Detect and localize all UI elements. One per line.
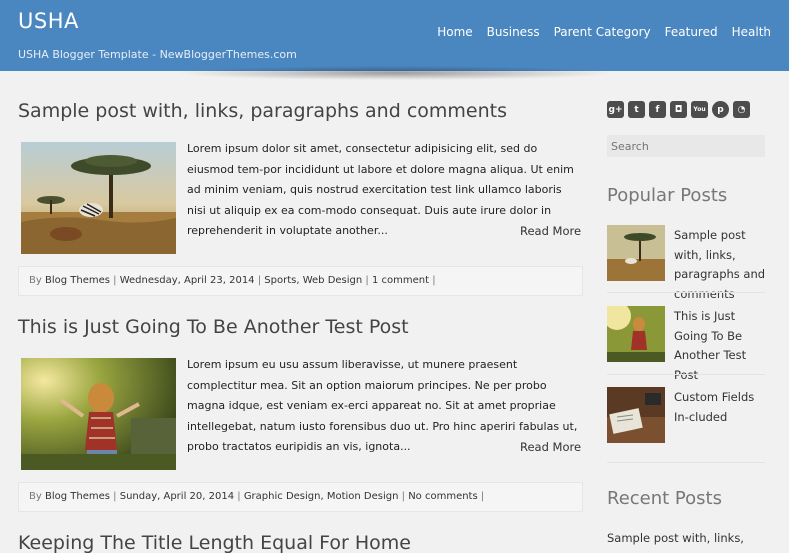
meta-separator: | <box>113 491 117 502</box>
meta-separator: | <box>480 491 485 502</box>
youtube-icon[interactable]: You <box>691 101 708 118</box>
nav-item-parent-category[interactable]: Parent Category <box>554 25 651 39</box>
pinterest-icon[interactable]: p <box>712 101 729 118</box>
meta-separator: | <box>113 275 117 286</box>
nav-item-featured[interactable]: Featured <box>665 25 718 39</box>
popular-post-link[interactable]: Custom Fields In-cluded <box>674 388 772 427</box>
meta-by: By <box>29 491 42 502</box>
post-meta: By Blog Themes | Sunday, April 20, 2014 … <box>18 482 583 512</box>
meta-separator: | <box>257 275 262 286</box>
nav-item-business[interactable]: Business <box>487 25 540 39</box>
popular-posts-title: Popular Posts <box>607 185 728 206</box>
post-thumbnail[interactable] <box>21 142 176 254</box>
rss-icon[interactable]: ◔ <box>733 101 750 118</box>
meta-comments[interactable]: 1 comment <box>372 275 429 286</box>
meta-date[interactable]: Wednesday, April 23, 2014 <box>120 275 255 286</box>
site-description: USHA Blogger Template - NewBloggerThemes… <box>18 48 297 61</box>
search-input[interactable] <box>607 135 765 157</box>
meta-separator: | <box>401 491 405 502</box>
meta-label[interactable]: Sports <box>264 275 296 286</box>
nav-item-home[interactable]: Home <box>437 25 472 39</box>
post-title[interactable]: This is Just Going To Be Another Test Po… <box>18 316 409 338</box>
meta-separator: | <box>432 275 436 286</box>
meta-date[interactable]: Sunday, April 20, 2014 <box>120 491 234 502</box>
divider <box>607 374 765 375</box>
main-nav: Home Business Parent Category Featured H… <box>437 25 771 39</box>
facebook-icon[interactable]: f <box>649 101 666 118</box>
recent-post-link[interactable]: Sample post with, links, para- <box>607 528 772 553</box>
meta-separator: | <box>237 491 241 502</box>
divider <box>607 462 765 463</box>
post-meta: By Blog Themes | Wednesday, April 23, 20… <box>18 266 583 296</box>
popular-post-thumbnail[interactable] <box>607 387 665 443</box>
meta-separator: | <box>365 275 369 286</box>
social-icons: g+ t f ◘ You p ◔ <box>607 101 750 118</box>
popular-post-thumbnail[interactable] <box>607 306 665 362</box>
popular-post-thumbnail[interactable] <box>607 225 665 281</box>
read-more-link[interactable]: Read More <box>520 440 581 454</box>
meta-author[interactable]: Blog Themes <box>45 491 110 502</box>
recent-posts-title: Recent Posts <box>607 488 722 509</box>
header-shadow <box>180 66 610 80</box>
meta-author[interactable]: Blog Themes <box>45 275 110 286</box>
nav-item-health[interactable]: Health <box>732 25 771 39</box>
site-header: USHA USHA Blogger Template - NewBloggerT… <box>0 0 789 71</box>
divider <box>607 292 765 293</box>
google-plus-icon[interactable]: g+ <box>607 101 624 118</box>
meta-comments[interactable]: No comments <box>408 491 478 502</box>
site-title[interactable]: USHA <box>18 9 79 33</box>
post-thumbnail[interactable] <box>21 358 176 470</box>
post-title[interactable]: Keeping The Title Length Equal For Home <box>18 532 411 553</box>
meta-by: By <box>29 275 42 286</box>
twitter-icon[interactable]: t <box>628 101 645 118</box>
instagram-icon[interactable]: ◘ <box>670 101 687 118</box>
read-more-link[interactable]: Read More <box>520 224 581 238</box>
meta-label[interactable]: Graphic Design <box>244 491 321 502</box>
post-title[interactable]: Sample post with, links, paragraphs and … <box>18 100 507 122</box>
meta-label[interactable]: Motion Design <box>327 491 399 502</box>
meta-label[interactable]: Web Design <box>303 275 363 286</box>
